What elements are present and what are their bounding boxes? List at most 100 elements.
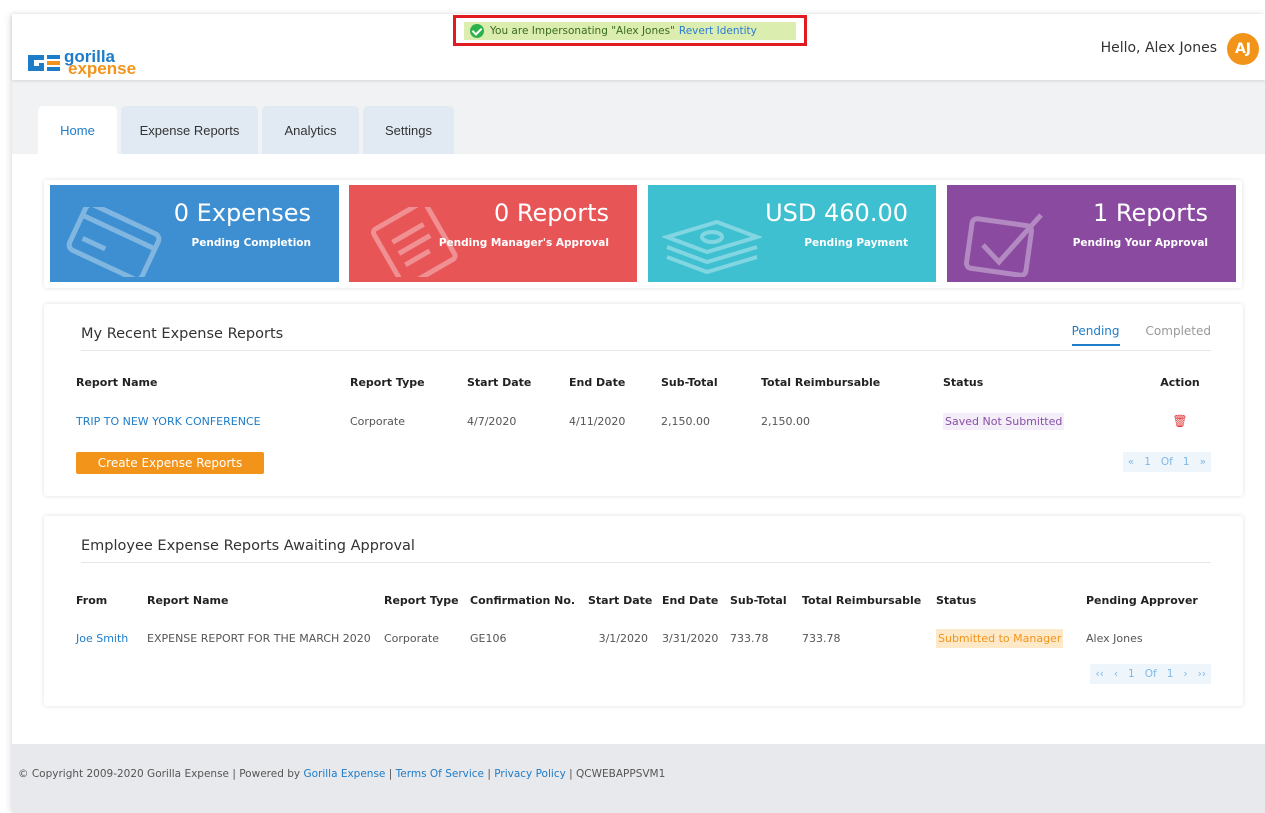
pager-next[interactable]: › (1178, 668, 1192, 680)
footer: © Copyright 2009-2020 Gorilla Expense | … (12, 744, 1265, 813)
check-circle-icon (470, 24, 484, 38)
col-pending-approver: Pending Approver (1086, 593, 1198, 607)
avatar[interactable]: AJ (1227, 33, 1259, 65)
col-end-date: End Date (662, 593, 719, 607)
card-label: Pending Payment (804, 237, 908, 249)
separator: | (487, 768, 491, 780)
divider (81, 562, 1211, 563)
card-label: Pending Completion (191, 237, 311, 249)
col-status: Status (936, 593, 977, 607)
impersonation-banner: You are Impersonating "Alex Jones" Rever… (453, 15, 807, 46)
status-cell: Submitted to Manager (936, 610, 1086, 666)
tab-home[interactable]: Home (38, 106, 117, 154)
action-cell: 🗑 (1149, 392, 1211, 450)
pager-of: Of (1160, 456, 1173, 468)
card-expenses[interactable]: 0 Expenses Pending Completion (50, 185, 339, 282)
card-value: 1 Reports (1093, 199, 1208, 227)
panel-title: Employee Expense Reports Awaiting Approv… (81, 538, 415, 554)
pager-last[interactable]: » (1195, 456, 1211, 468)
pager-first[interactable]: ‹‹ (1090, 668, 1108, 680)
col-sub-total: Sub-Total (730, 593, 787, 607)
impersonation-text: You are Impersonating "Alex Jones" (490, 25, 675, 37)
panel-title: My Recent Expense Reports (81, 326, 284, 342)
pager-prev[interactable]: ‹ (1109, 668, 1123, 680)
card-pending-payment[interactable]: USD 460.00 Pending Payment (648, 185, 936, 282)
pending-approver: Alex Jones (1086, 631, 1143, 645)
status-tabs: Pending Completed (1046, 324, 1211, 346)
copyright-text: Copyright 2009-2020 Gorilla Expense | Po… (31, 768, 301, 780)
create-expense-report-button[interactable]: Create Expense Reports (76, 452, 264, 474)
card-your-approval[interactable]: 1 Reports Pending Your Approval (947, 185, 1236, 282)
pager-page[interactable]: 1 (1139, 456, 1156, 468)
confirmation-no: GE106 (470, 631, 507, 645)
from-link[interactable]: Joe Smith (76, 610, 147, 666)
trash-icon[interactable]: 🗑 (1172, 414, 1187, 428)
col-report-type: Report Type (384, 593, 459, 607)
col-action: Action (1160, 375, 1200, 389)
report-type: Corporate (384, 631, 439, 645)
awaiting-approval-table: From Report Name Report Type Confirmatio… (76, 590, 1216, 666)
copyright-icon: © (18, 768, 29, 780)
divider (81, 350, 1211, 351)
logo[interactable]: gorilla expense (26, 48, 136, 78)
total-reimbursable: 2,150.00 (761, 414, 810, 428)
total-reimbursable: 733.78 (802, 631, 841, 645)
tab-pending[interactable]: Pending (1071, 324, 1120, 346)
card-value: 0 Expenses (173, 199, 311, 227)
money-stack-icon (662, 219, 762, 275)
privacy-link[interactable]: Privacy Policy (494, 768, 566, 780)
table-header: From Report Name Report Type Confirmatio… (76, 590, 1216, 610)
col-report-name: Report Name (147, 593, 229, 607)
table-header: Report Name Report Type Start Date End D… (76, 372, 1211, 392)
col-report-name: Report Name (76, 375, 158, 389)
user-greeting: Hello, Alex Jones (1100, 40, 1217, 56)
powered-by-link[interactable]: Gorilla Expense (303, 768, 385, 780)
awaiting-approval-panel: Employee Expense Reports Awaiting Approv… (44, 516, 1243, 706)
card-manager-approval[interactable]: 0 Reports Pending Manager's Approval (349, 185, 637, 282)
tab-settings[interactable]: Settings (363, 106, 454, 154)
tab-analytics[interactable]: Analytics (262, 106, 359, 154)
main-tabs: Home Expense Reports Analytics Settings (38, 106, 458, 154)
sub-total: 733.78 (730, 631, 769, 645)
start-date: 4/7/2020 (467, 414, 517, 428)
table-row: TRIP TO NEW YORK CONFERENCE Corporate 4/… (76, 392, 1211, 450)
col-sub-total: Sub-Total (661, 375, 718, 389)
pager-total: 1 (1182, 456, 1190, 468)
col-start-date: Start Date (588, 593, 653, 607)
pager-total: 1 (1166, 668, 1174, 680)
tab-completed[interactable]: Completed (1146, 324, 1211, 346)
credit-card-icon (66, 207, 162, 277)
card-value: USD 460.00 (765, 199, 908, 227)
pager-last[interactable]: ›› (1193, 668, 1211, 680)
revert-identity-link[interactable]: Revert Identity (679, 25, 757, 37)
recent-reports-table: Report Name Report Type Start Date End D… (76, 372, 1211, 450)
pager-first[interactable]: « (1123, 456, 1139, 468)
sub-total: 2,150.00 (661, 414, 710, 428)
checkbox-icon (963, 213, 1043, 277)
terms-link[interactable]: Terms Of Service (396, 768, 484, 780)
impersonation-message: You are Impersonating "Alex Jones" Rever… (464, 22, 796, 40)
report-name-link[interactable]: TRIP TO NEW YORK CONFERENCE (76, 392, 350, 450)
footer-text: © Copyright 2009-2020 Gorilla Expense | … (18, 768, 665, 780)
awaiting-pagination: ‹‹ ‹ 1 Of 1 › ›› (1090, 664, 1211, 684)
header: gorilla expense You are Impersonating "A… (12, 14, 1265, 80)
card-value: 0 Reports (494, 199, 609, 227)
card-label: Pending Manager's Approval (438, 237, 609, 249)
tab-expense-reports[interactable]: Expense Reports (121, 106, 258, 154)
report-name[interactable]: EXPENSE REPORT FOR THE MARCH 2020 (147, 610, 384, 666)
logo-mark-icon (26, 51, 62, 75)
col-from: From (76, 593, 108, 607)
col-total-reimbursable: Total Reimbursable (761, 375, 881, 389)
main-content: 0 Expenses Pending Completion 0 Reports … (12, 154, 1265, 744)
status-badge: Submitted to Manager (936, 628, 1064, 648)
pager-of: Of (1144, 668, 1157, 680)
report-type: Corporate (350, 414, 405, 428)
summary-cards: 0 Expenses Pending Completion 0 Reports … (44, 180, 1242, 288)
separator: | (388, 768, 393, 780)
logo-line2: expense (68, 59, 137, 78)
logo-text: gorilla expense (64, 48, 137, 78)
pager-page[interactable]: 1 (1123, 668, 1140, 680)
card-label: Pending Your Approval (1072, 237, 1208, 249)
recent-reports-panel: My Recent Expense Reports Pending Comple… (44, 304, 1243, 496)
start-date: 3/1/2020 (598, 631, 648, 645)
